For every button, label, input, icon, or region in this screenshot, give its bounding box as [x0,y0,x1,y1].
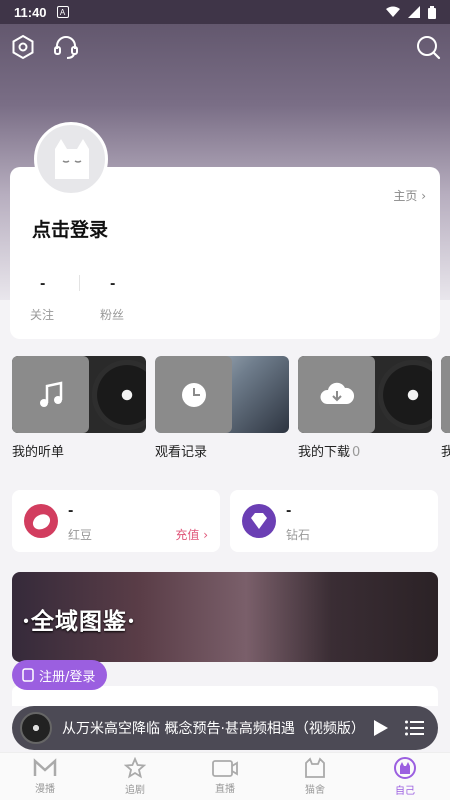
tab-drama[interactable]: 追剧 [90,753,180,800]
now-playing-title: 从万米高空降临 概念预告·甚高频相遇（视频版） [62,721,360,737]
default-cat-avatar-icon [55,139,89,179]
tile-more[interactable]: 我 [441,356,450,460]
download-count: 0 [352,445,361,460]
tile-watch-history[interactable]: 观看记录 [155,356,289,460]
bottom-tab-bar: 漫播 追剧 直播 猫舍 自己 [0,752,450,800]
settings-icon[interactable] [10,34,36,60]
tile-playlist-cover [12,356,89,433]
signal-icon [408,6,420,18]
search-icon[interactable] [415,34,441,60]
tile-label-text: 我的听单 [12,445,65,460]
tile-history-cover [155,356,232,433]
chevron-right-icon: › [421,189,426,203]
promo-banner[interactable]: ·全域图鉴· [12,572,438,662]
tile-downloads[interactable]: 我的下载 0 [298,356,432,460]
tile-history-label: 观看记录 [155,441,289,460]
bean-shape [32,514,51,530]
following-label: 关注 [30,308,55,322]
register-login-button[interactable]: 注册/登录 [12,660,108,690]
self-avatar-icon [394,757,416,779]
playlist-icon [405,720,424,736]
manbo-logo-icon [33,758,57,776]
homepage-link[interactable]: 主页 › [393,187,426,204]
register-login-label: 注册/登录 [39,669,96,685]
wifi-icon [386,6,400,17]
quick-access-tiles: 我的听单 观看记录 我的下载 0 我 [12,356,450,460]
tile-playlist[interactable]: 我的听单 [12,356,146,460]
recharge-button[interactable]: 充值 › [175,526,208,543]
customer-service-icon[interactable] [53,34,79,60]
tab-manbo[interactable]: 漫播 [0,753,90,800]
fans-stat[interactable]: - 粉丝 [100,277,170,323]
vinyl-disc [378,360,432,430]
tile-history-art [155,356,289,433]
red-bean-icon [24,504,58,538]
star-icon [124,757,146,779]
diamond-shape [251,513,267,529]
tile-more-label: 我 [441,441,450,460]
music-note-icon [39,380,62,407]
phone-icon [22,668,34,682]
red-bean-card[interactable]: - 红豆 充值 › [12,490,220,552]
tile-playlist-label: 我的听单 [12,441,146,460]
following-stat[interactable]: - 关注 [30,277,100,323]
mini-player[interactable]: 从万米高空降临 概念预告·甚高频相遇（视频版） [12,706,438,750]
tile-downloads-label: 我的下载 0 [298,441,432,460]
following-count: - [40,277,46,292]
live-icon [212,760,238,777]
login-prompt[interactable]: 点击登录 [32,215,108,242]
diamond-label: 钻石 [286,528,311,542]
player-disc [20,712,52,744]
tile-more-art [441,356,450,433]
tile-label-text: 我的下载 [298,445,351,460]
status-time: 11:40 [14,4,47,20]
banner-title: ·全域图鉴· [22,608,137,635]
status-bar: 11:40 A [0,0,450,24]
red-bean-label: 红豆 [68,528,93,542]
tile-more-cover [441,356,450,433]
vinyl-disc [92,360,146,430]
tab-label: 漫播 [35,784,55,795]
tile-playlist-art [12,356,146,433]
stat-divider [79,275,80,291]
cloud-download-icon [319,382,354,404]
playlist-button[interactable] [402,715,428,741]
diamond-card[interactable]: - 钻石 [230,490,438,552]
notification-app-icon: A [56,6,69,18]
tile-label-text: 我 [441,445,450,460]
tab-label: 直播 [215,784,235,795]
fans-count: - [110,277,116,292]
tab-cat-house[interactable]: 猫舍 [270,753,360,800]
tile-downloads-cover [298,356,375,433]
tile-downloads-art [298,356,432,433]
fans-label: 粉丝 [100,308,125,322]
tile-label-text: 观看记录 [155,445,208,460]
tab-label: 追剧 [125,785,145,796]
tab-label: 自己 [395,786,415,797]
tab-live[interactable]: 直播 [180,753,270,800]
battery-icon [428,5,436,19]
homepage-label: 主页 [393,189,418,203]
tab-self[interactable]: 自己 [360,753,450,800]
play-button[interactable] [368,715,394,741]
tab-label: 猫舍 [305,785,325,796]
diamond-value: - [286,504,292,519]
diamond-icon [242,504,276,538]
clock-icon [181,382,206,407]
cat-icon [305,757,325,778]
red-bean-value: - [68,504,74,519]
recharge-label: 充值 [175,528,200,542]
play-icon [374,720,388,736]
avatar[interactable] [34,122,108,196]
